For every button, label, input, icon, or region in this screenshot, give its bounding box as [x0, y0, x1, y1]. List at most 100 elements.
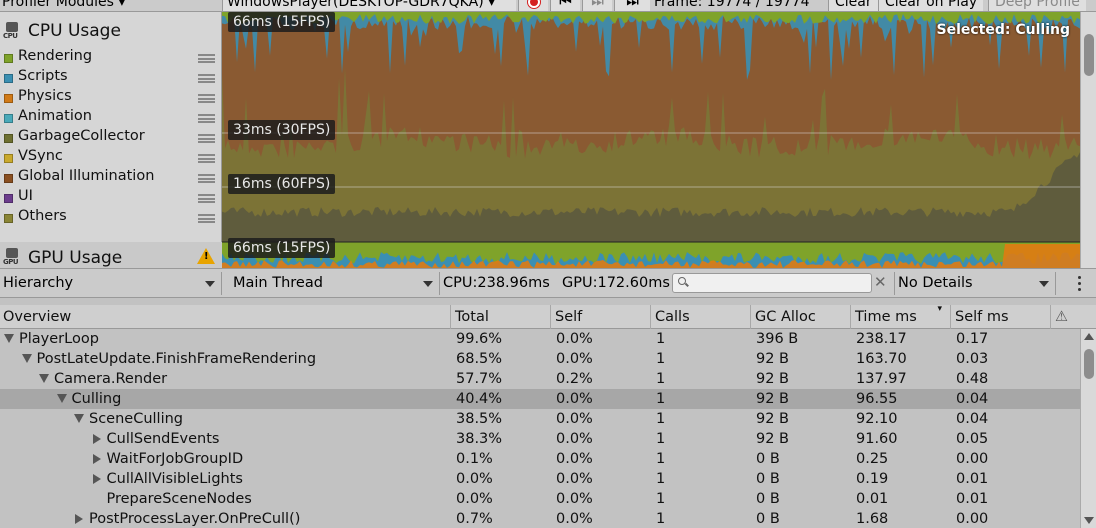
table-row[interactable]: CullSendEvents 38.3% 0.0% 1 92 B 91.60 0.05 [0, 429, 1080, 449]
current-frame-button[interactable]: ⏭ [614, 0, 650, 11]
row-self: 0.0% [556, 431, 593, 447]
collapsed-arrow-icon[interactable] [92, 474, 101, 484]
table-row[interactable]: PlayerLoop 99.6% 0.0% 1 396 B 238.17 0.17 [0, 329, 1080, 349]
drag-handle-icon[interactable] [198, 54, 215, 63]
legend-item-physics[interactable]: Physics [0, 88, 222, 108]
row-selfms: 0.05 [956, 431, 989, 447]
legend-item-others[interactable]: Others [0, 208, 222, 228]
cpu-module-header[interactable]: CPU CPU Usage [0, 16, 222, 46]
legend-swatch[interactable] [4, 134, 13, 143]
clear-button[interactable]: Clear [828, 0, 878, 11]
column-self-ms[interactable]: Self ms [950, 305, 1050, 329]
legend-swatch[interactable] [4, 214, 13, 223]
warning-icon[interactable]: ! [197, 248, 215, 264]
column-total[interactable]: Total [450, 305, 550, 329]
cpu-usage-graph[interactable] [222, 12, 1080, 268]
collapsed-arrow-icon[interactable] [75, 514, 83, 524]
table-row[interactable]: PrepareSceneNodes 0.0% 0.0% 1 0 B 0.01 0.01 [0, 489, 1080, 509]
row-gc: 0 B [756, 491, 780, 507]
row-selfms: 0.03 [956, 351, 989, 367]
scroll-up-icon[interactable] [1084, 333, 1094, 340]
thread-dropdown[interactable]: Main Thread [230, 272, 440, 295]
row-self: 0.0% [556, 391, 593, 407]
row-time: 0.19 [856, 471, 889, 487]
table-row[interactable]: WaitForJobGroupID 0.1% 0.0% 1 0 B 0.25 0.00 [0, 449, 1080, 469]
profiler-modules-dropdown[interactable]: Profiler Modules ▾ [2, 0, 125, 11]
drag-handle-icon[interactable] [198, 174, 215, 183]
legend-swatch[interactable] [4, 154, 13, 163]
search-input[interactable] [672, 273, 872, 293]
prev-frame-button[interactable]: ⏮ [550, 0, 580, 11]
row-self: 0.2% [556, 371, 593, 387]
next-frame-button[interactable]: ⏭ [582, 0, 612, 11]
row-total: 99.6% [456, 331, 503, 347]
drag-handle-icon[interactable] [198, 74, 215, 83]
collapsed-arrow-icon[interactable] [92, 454, 101, 464]
expanded-arrow-icon[interactable] [56, 394, 67, 403]
cpu-time-label: CPU:238.96ms [443, 275, 550, 291]
row-calls: 1 [656, 351, 666, 367]
expanded-arrow-icon[interactable] [4, 334, 14, 343]
expanded-arrow-icon[interactable] [39, 374, 49, 383]
cpu-icon: CPU [3, 22, 21, 42]
row-self: 0.0% [556, 511, 593, 527]
column-time-ms[interactable]: Time ms ▾ [850, 304, 950, 329]
clear-on-play-toggle[interactable]: Clear on Play [878, 0, 984, 11]
legend-item-ui[interactable]: UI [0, 188, 222, 208]
row-calls: 1 [656, 411, 666, 427]
table-row[interactable]: PostLateUpdate.FinishFrameRendering 68.5%… [0, 349, 1080, 369]
row-total: 57.7% [456, 371, 503, 387]
record-button[interactable] [518, 0, 548, 11]
warning-column-icon[interactable]: ⚠ [1050, 305, 1080, 329]
legend-swatch[interactable] [4, 174, 13, 183]
deep-profile-toggle[interactable]: Deep Profile [988, 0, 1086, 11]
details-dropdown[interactable]: No Details [894, 272, 1056, 295]
hierarchy-scrollbar[interactable] [1080, 329, 1096, 528]
legend-item-animation[interactable]: Animation [0, 108, 222, 128]
drag-handle-icon[interactable] [198, 114, 215, 123]
legend-item-global-illumination[interactable]: Global Illumination [0, 168, 222, 188]
clear-search-icon[interactable]: ✕ [874, 273, 887, 291]
legend-item-rendering[interactable]: Rendering [0, 48, 222, 68]
expanded-arrow-icon[interactable] [74, 414, 84, 423]
modules-scrollbar[interactable] [1080, 12, 1096, 268]
row-total: 0.1% [456, 451, 493, 467]
legend-swatch[interactable] [4, 194, 13, 203]
column-overview[interactable]: Overview [0, 305, 449, 329]
scrollbar-thumb[interactable] [1084, 34, 1094, 76]
legend-swatch[interactable] [4, 114, 13, 123]
row-name: PostLateUpdate.FinishFrameRendering [36, 351, 317, 367]
table-row[interactable]: CullAllVisibleLights 0.0% 0.0% 1 0 B 0.19 0.01 [0, 469, 1080, 489]
cpu-usage-chart[interactable]: 66ms (15FPS) 33ms (30FPS) 16ms (60FPS) 6… [222, 12, 1080, 268]
legend-swatch[interactable] [4, 54, 13, 63]
table-row[interactable]: SceneCulling 38.5% 0.0% 1 92 B 92.10 0.04 [0, 409, 1080, 429]
legend-item-garbagecollector[interactable]: GarbageCollector [0, 128, 222, 148]
table-row[interactable]: PostProcessLayer.OnPreCull() 0.7% 0.0% 1 0 B… [0, 509, 1080, 528]
table-row[interactable]: Camera.Render 57.7% 0.2% 1 92 B 137.97 0.48 [0, 369, 1080, 389]
legend-swatch[interactable] [4, 94, 13, 103]
fast-forward-icon: ⏭ [626, 0, 639, 10]
drag-handle-icon[interactable] [198, 154, 215, 163]
sort-descending-icon: ▾ [937, 304, 942, 314]
column-calls[interactable]: Calls [650, 305, 750, 329]
expanded-arrow-icon[interactable] [21, 354, 32, 363]
table-row[interactable]: Culling 40.4% 0.0% 1 92 B 96.55 0.04 [0, 389, 1080, 409]
row-calls: 1 [656, 431, 666, 447]
row-total: 40.4% [456, 391, 503, 407]
drag-handle-icon[interactable] [198, 94, 215, 103]
column-self[interactable]: Self [550, 305, 650, 329]
collapsed-arrow-icon[interactable] [92, 434, 101, 444]
column-gc-alloc[interactable]: GC Alloc [750, 305, 850, 329]
legend-swatch[interactable] [4, 74, 13, 83]
drag-handle-icon[interactable] [198, 194, 215, 203]
scroll-down-icon[interactable] [1084, 517, 1094, 524]
drag-handle-icon[interactable] [198, 134, 215, 143]
scrollbar-thumb[interactable] [1084, 349, 1094, 379]
target-selector[interactable]: WindowsPlayer(DESKTOP-GDR7QKA) ▾ [222, 0, 516, 11]
legend-item-scripts[interactable]: Scripts [0, 68, 222, 88]
drag-handle-icon[interactable] [198, 214, 215, 223]
view-mode-dropdown[interactable]: Hierarchy [0, 272, 222, 295]
more-options-icon[interactable] [1072, 273, 1086, 293]
legend-item-vsync[interactable]: VSync [0, 148, 222, 168]
row-gc: 0 B [756, 511, 780, 527]
